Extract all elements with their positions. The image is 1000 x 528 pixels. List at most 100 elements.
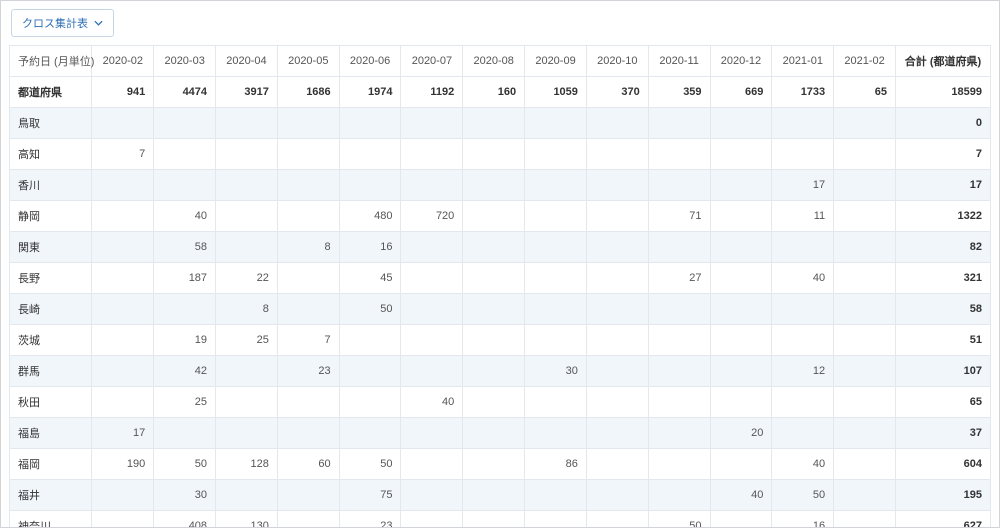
row-label: 都道府県	[10, 77, 92, 108]
cell: 12	[772, 356, 834, 387]
table-header-row: 予約日 (月単位)2020-022020-032020-042020-05202…	[10, 46, 991, 77]
table-row: 関東5881682	[10, 232, 991, 263]
cell	[586, 511, 648, 528]
cell	[339, 325, 401, 356]
cell: 669	[710, 77, 772, 108]
table-row: 静岡4048072071111322	[10, 201, 991, 232]
cell: 11	[772, 201, 834, 232]
row-label: 秋田	[10, 387, 92, 418]
column-header: 2020-05	[277, 46, 339, 77]
cell	[834, 232, 896, 263]
cell	[525, 418, 587, 449]
cell: 25	[154, 387, 216, 418]
cell: 50	[154, 449, 216, 480]
cell	[463, 201, 525, 232]
cell	[92, 294, 154, 325]
cell: 45	[339, 263, 401, 294]
cell	[586, 356, 648, 387]
column-header: 2020-04	[216, 46, 278, 77]
cell	[92, 387, 154, 418]
toolbar: クロス集計表	[1, 1, 999, 45]
cell	[834, 139, 896, 170]
cell	[401, 356, 463, 387]
cell	[277, 511, 339, 528]
cell	[216, 139, 278, 170]
column-header: 2020-02	[92, 46, 154, 77]
cell	[463, 170, 525, 201]
cell	[463, 294, 525, 325]
row-label: 茨城	[10, 325, 92, 356]
cell	[216, 108, 278, 139]
cell	[710, 449, 772, 480]
row-total: 1322	[895, 201, 990, 232]
cell: 1059	[525, 77, 587, 108]
cell	[834, 387, 896, 418]
cell	[586, 418, 648, 449]
cell	[525, 139, 587, 170]
cell	[92, 511, 154, 528]
cell	[772, 418, 834, 449]
cell	[525, 294, 587, 325]
row-total: 321	[895, 263, 990, 294]
cell	[648, 387, 710, 418]
cell	[710, 108, 772, 139]
cell	[463, 139, 525, 170]
column-header: 2020-10	[586, 46, 648, 77]
cell	[525, 232, 587, 263]
crosstab-dropdown[interactable]: クロス集計表	[11, 9, 114, 37]
cell	[277, 201, 339, 232]
cell	[92, 108, 154, 139]
table-row: 鳥取0	[10, 108, 991, 139]
row-label: 静岡	[10, 201, 92, 232]
cell: 40	[710, 480, 772, 511]
cell	[710, 263, 772, 294]
cell: 3917	[216, 77, 278, 108]
table-row: 秋田254065	[10, 387, 991, 418]
cell: 160	[463, 77, 525, 108]
cell	[92, 263, 154, 294]
cell	[401, 170, 463, 201]
column-header: 2020-12	[710, 46, 772, 77]
cell	[525, 480, 587, 511]
cell	[463, 232, 525, 263]
cell	[401, 294, 463, 325]
cell	[648, 139, 710, 170]
cell	[92, 170, 154, 201]
cell	[710, 511, 772, 528]
cell	[586, 449, 648, 480]
cell	[525, 108, 587, 139]
cell	[834, 294, 896, 325]
cell	[710, 139, 772, 170]
cell	[586, 480, 648, 511]
cell	[834, 170, 896, 201]
cell: 71	[648, 201, 710, 232]
table-body: 都道府県941447439171686197411921601059370359…	[10, 77, 991, 528]
cell	[463, 325, 525, 356]
cell	[525, 170, 587, 201]
cell	[586, 232, 648, 263]
table-row: 神奈川408130235016627	[10, 511, 991, 528]
cell	[710, 294, 772, 325]
cell	[772, 139, 834, 170]
cell	[216, 201, 278, 232]
table-row: 群馬42233012107	[10, 356, 991, 387]
row-total: 17	[895, 170, 990, 201]
cell	[216, 480, 278, 511]
cell	[710, 201, 772, 232]
cell: 42	[154, 356, 216, 387]
column-header: 2021-02	[834, 46, 896, 77]
cell: 17	[92, 418, 154, 449]
cell: 1974	[339, 77, 401, 108]
cell	[834, 201, 896, 232]
cell	[772, 325, 834, 356]
cell: 23	[339, 511, 401, 528]
cell	[834, 263, 896, 294]
cell	[834, 356, 896, 387]
cell: 50	[648, 511, 710, 528]
cell: 40	[772, 263, 834, 294]
cell	[463, 480, 525, 511]
cell	[277, 480, 339, 511]
cell: 7	[277, 325, 339, 356]
row-label: 長崎	[10, 294, 92, 325]
cell	[648, 480, 710, 511]
